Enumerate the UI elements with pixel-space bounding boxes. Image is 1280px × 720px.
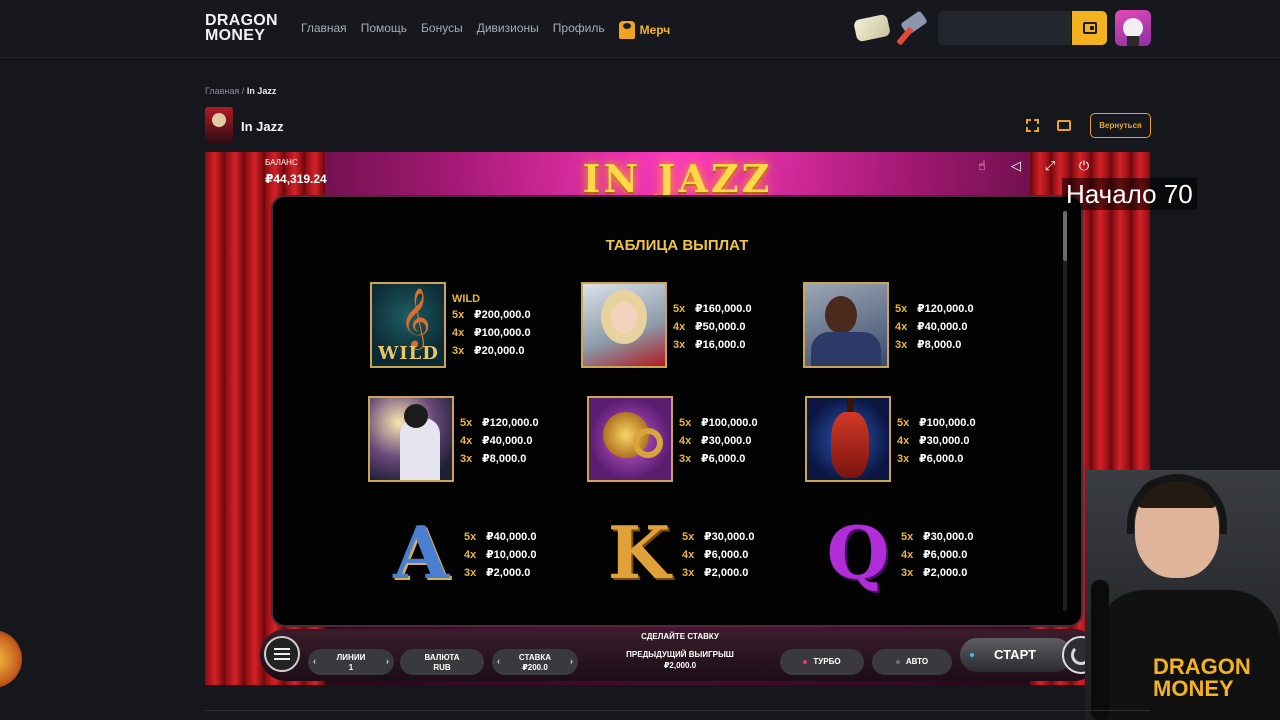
nav-merch[interactable]: Мерч (618, 21, 671, 39)
lines-label: ЛИНИИ (336, 653, 366, 662)
sax-pays: 5x ₽120,000.0 4x ₽40,000.0 3x ₽8,000.0 (460, 417, 539, 465)
balance-field[interactable] (938, 11, 1071, 45)
main-nav: Главная Помощь Бонусы Дивизионы Профиль … (301, 21, 670, 39)
bass-player-icon (803, 282, 889, 368)
bonus-wheel-icon[interactable] (0, 630, 22, 688)
game-frame: БАЛАНС ₽44,319.24 IN JAZZ ☝ ◁ ⤢ ⏻ ТАБЛИЦ… (205, 152, 1150, 685)
turbo-label: ТУРБО (813, 657, 841, 666)
currency-value: RUB (433, 663, 451, 672)
theater-mode-icon[interactable] (1057, 120, 1071, 131)
nav-divisions[interactable]: Дивизионы (477, 21, 539, 39)
bet-selector[interactable]: ‹ СТАВКА ₽200.0 › (492, 649, 578, 675)
lines-increase-icon[interactable]: › (386, 656, 389, 666)
auto-indicator (895, 659, 900, 664)
user-avatar[interactable] (1115, 10, 1151, 46)
currency-selector[interactable]: ВАЛЮТА RUB (400, 649, 484, 675)
turbo-indicator (803, 659, 808, 664)
back-button[interactable]: Вернуться (1090, 113, 1151, 138)
prev-win-label: ПРЕДЫДУЩИЙ ВЫИГРЫШ (626, 650, 734, 659)
breadcrumb-current: In Jazz (246, 86, 277, 96)
letter-a-icon: A (393, 510, 449, 595)
nav-help[interactable]: Помощь (361, 21, 407, 39)
nav-bonuses[interactable]: Бонусы (421, 21, 463, 39)
letter-k-icon: K (607, 510, 671, 595)
merch-label: Мерч (639, 23, 671, 37)
site-logo[interactable]: DRAGON MONEY (205, 12, 278, 44)
start-indicator (970, 653, 974, 657)
auto-toggle[interactable]: АВТО (872, 649, 952, 675)
page-divider (205, 710, 1150, 711)
auto-label: АВТО (905, 657, 929, 666)
bet-increase-icon[interactable]: › (570, 656, 573, 666)
nav-profile[interactable]: Профиль (553, 21, 605, 39)
turbo-toggle[interactable]: ТУРБО (780, 649, 864, 675)
start-label: СТАРТ (994, 647, 1037, 662)
shirt-logo: DRAGON MONEY (1153, 654, 1251, 701)
game-top-icons: ☝ ◁ ⤢ ⏻ (974, 158, 1092, 174)
page-title: In Jazz (241, 119, 284, 134)
breadcrumb: Главная / In Jazz (205, 86, 276, 96)
hammer-icon[interactable] (896, 10, 930, 46)
wild-clef-icon: 𝄞 WILD (370, 282, 446, 368)
start-button[interactable]: СТАРТ (960, 638, 1072, 672)
microphone-icon (1091, 580, 1109, 720)
bass-pays: 5x ₽120,000.0 4x ₽40,000.0 3x ₽8,000.0 (895, 303, 974, 351)
power-icon[interactable]: ⏻ (1076, 158, 1092, 174)
paytable-panel: ТАБЛИЦА ВЫПЛАТ 𝄞 WILD WILD 5x ₽200,000.0 … (273, 197, 1081, 625)
bet-label: СТАВКА (518, 653, 552, 662)
wallet-icon (1082, 22, 1097, 34)
cello-pays: 5x ₽100,000.0 4x ₽30,000.0 3x ₽6,000.0 (897, 417, 976, 465)
sax-player-icon (368, 396, 454, 482)
prev-win-value: ₽2,000.0 (663, 661, 697, 670)
wild-pays: WILD 5x ₽200,000.0 4x ₽100,000.0 3x ₽20,000… (452, 293, 531, 357)
cello-icon (805, 396, 891, 482)
fullscreen-icon[interactable] (1026, 119, 1039, 132)
a-pays: 5x ₽40,000.0 4x ₽10,000.0 3x ₽2,000.0 (464, 531, 537, 579)
french-horn-icon (587, 396, 673, 482)
wild-symbol-word: WILD (378, 343, 439, 364)
lines-decrease-icon[interactable]: ‹ (313, 656, 316, 666)
wild-label: WILD (452, 293, 481, 305)
k-pays: 5x ₽30,000.0 4x ₽6,000.0 3x ₽2,000.0 (682, 531, 755, 579)
bet-value: ₽200.0 (522, 663, 548, 672)
q-pays: 5x ₽30,000.0 4x ₽6,000.0 3x ₽2,000.0 (901, 531, 974, 579)
paytable-title: ТАБЛИЦА ВЫПЛАТ (605, 237, 749, 254)
logo-line-1: DRAGON (205, 12, 278, 29)
lines-selector[interactable]: ‹ ЛИНИИ 1 › (308, 649, 394, 675)
game-thumbnail (205, 107, 233, 143)
horn-pays: 5x ₽100,000.0 4x ₽30,000.0 3x ₽6,000.0 (679, 417, 758, 465)
scroll-thumb[interactable] (1063, 211, 1067, 261)
paytable-scrollbar[interactable] (1063, 211, 1067, 611)
menu-button[interactable] (264, 636, 300, 672)
webcam-overlay: DRAGON MONEY (1085, 470, 1280, 720)
token-icon[interactable] (853, 13, 891, 43)
wallet-button[interactable] (1072, 11, 1107, 45)
letter-q-icon: Q (826, 510, 890, 595)
bet-decrease-icon[interactable]: ‹ (497, 656, 500, 666)
hoodie-icon (618, 21, 635, 39)
singer-pays: 5x ₽160,000.0 4x ₽50,000.0 3x ₽16,000.0 (673, 303, 752, 351)
breadcrumb-separator: / (241, 86, 245, 96)
currency-label: ВАЛЮТА (424, 653, 460, 662)
stream-overlay-text: Начало 70 (1062, 178, 1197, 210)
lines-value: 1 (348, 663, 354, 672)
top-navbar: DRAGON MONEY Главная Помощь Бонусы Дивиз… (0, 0, 1280, 58)
expand-icon[interactable]: ⤢ (1042, 158, 1058, 174)
sound-icon[interactable]: ◁ (1008, 158, 1024, 174)
logo-line-2: MONEY (205, 27, 266, 44)
breadcrumb-home[interactable]: Главная (205, 86, 239, 96)
nav-home[interactable]: Главная (301, 21, 347, 39)
hand-icon[interactable]: ☝ (974, 158, 990, 174)
singer-lady-icon (581, 282, 667, 368)
game-control-bar: СДЕЛАЙТЕ СТАВКУ ‹ ЛИНИИ 1 › ВАЛЮТА RUB ‹… (260, 629, 1100, 681)
previous-win: ПРЕДЫДУЩИЙ ВЫИГРЫШ ₽2,000.0 (620, 649, 740, 671)
